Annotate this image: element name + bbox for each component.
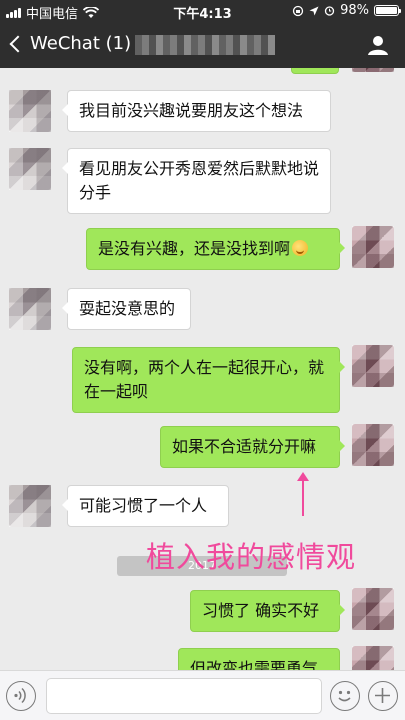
voice-wave-icon — [14, 687, 26, 704]
rotation-lock-icon — [292, 5, 304, 16]
message-bubble[interactable]: 习惯了 确实不好 — [190, 590, 345, 632]
message-text: 习惯了 确实不好 — [202, 601, 320, 620]
contact-avatar[interactable] — [9, 485, 51, 527]
status-bar: 中国电信 下午4:13 98% — [0, 0, 405, 22]
message-text: 如果不合适就分开嘛 — [172, 437, 317, 456]
plus-icon — [375, 688, 390, 703]
annotation-arrow-line — [302, 476, 304, 516]
message-text: 没有啊，两个人在一起很开心，就在一起呗 — [84, 358, 325, 401]
annotation-arrow-head — [297, 472, 309, 481]
message-bubble[interactable]: 但改变也需要勇气 — [178, 648, 340, 670]
back-button[interactable]: WeChat (1) — [8, 33, 131, 54]
nav-bar: WeChat (1) — [0, 22, 405, 68]
emoji-button[interactable] — [330, 681, 360, 711]
input-bar — [0, 670, 405, 720]
chat-title-redacted — [135, 35, 275, 55]
more-functions-button[interactable] — [368, 681, 398, 711]
annotation-text: 植入我的感情观 — [146, 540, 357, 574]
message-bubble[interactable]: 是没有兴趣，还是没找到啊 — [86, 228, 345, 270]
self-avatar[interactable] — [352, 588, 394, 630]
message-bubble[interactable]: 我目前没兴趣说要朋友这个想法 — [62, 90, 331, 132]
message-bubble[interactable]: 如果不合适就分开嘛 — [160, 426, 345, 468]
location-icon — [309, 6, 319, 15]
chevron-left-icon — [9, 35, 27, 52]
message-text: 我目前没兴趣说要朋友这个想法 — [79, 101, 304, 120]
back-label: WeChat (1) — [30, 33, 132, 54]
smiley-icon — [338, 690, 351, 702]
partial-message-bubble — [291, 68, 339, 74]
message-bubble[interactable]: 看见朋友公开秀恩爱然后默默地说分手 — [62, 148, 331, 214]
self-avatar[interactable] — [352, 226, 394, 268]
message-text: 但改变也需要勇气 — [190, 659, 319, 670]
self-avatar[interactable] — [352, 345, 394, 387]
alarm-icon — [324, 6, 335, 16]
chat-info-person-icon[interactable] — [367, 34, 389, 56]
chat-area[interactable]: 我目前没兴趣说要朋友这个想法 看见朋友公开秀恩爱然后默默地说分手 是没有兴趣，还… — [0, 68, 405, 670]
battery-icon — [374, 5, 401, 16]
status-right: 98% — [292, 3, 401, 18]
message-text: 耍起没意思的 — [79, 299, 176, 318]
message-text: 看见朋友公开秀恩爱然后默默地说分手 — [79, 159, 320, 202]
contact-avatar[interactable] — [9, 288, 51, 330]
message-text: 可能习惯了一个人 — [79, 496, 208, 515]
message-bubble[interactable]: 耍起没意思的 — [62, 288, 191, 330]
voice-input-button[interactable] — [6, 681, 36, 711]
self-avatar[interactable] — [352, 424, 394, 466]
contact-avatar[interactable] — [9, 148, 51, 190]
message-text: 是没有兴趣，还是没找到啊 — [98, 239, 291, 258]
contact-avatar[interactable] — [9, 90, 51, 132]
self-avatar[interactable] — [352, 646, 394, 670]
battery-fill — [376, 7, 397, 14]
battery-percent: 98% — [340, 3, 369, 18]
message-bubble[interactable]: 可能习惯了一个人 — [62, 485, 229, 527]
smiley-emoji-icon — [292, 240, 309, 256]
message-bubble[interactable]: 没有啊，两个人在一起很开心，就在一起呗 — [72, 347, 345, 413]
message-input[interactable] — [46, 678, 322, 714]
self-avatar[interactable] — [352, 68, 394, 72]
